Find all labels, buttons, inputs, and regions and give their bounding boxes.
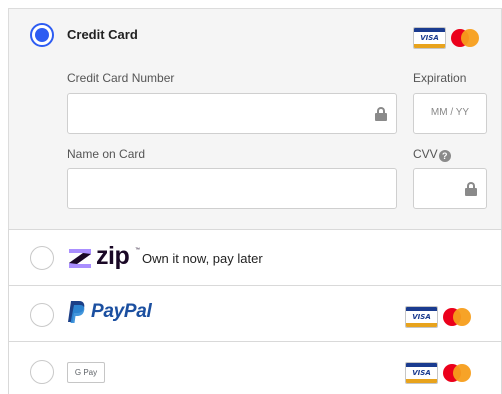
paypal-logo-text: PayPal: [91, 301, 152, 322]
lock-icon: [465, 182, 477, 196]
payment-method-list: Credit Card VISA Credit Card Number Expi…: [8, 8, 502, 394]
cvv-input[interactable]: [413, 168, 487, 209]
help-icon[interactable]: ?: [438, 150, 451, 162]
mastercard-icon: [449, 27, 481, 49]
expiration-input[interactable]: MM / YY: [413, 93, 487, 134]
zip-option[interactable]: zip ™ Own it now, pay later: [8, 229, 502, 286]
card-number-input[interactable]: [67, 93, 397, 134]
google-pay-option[interactable]: G Pay VISA: [8, 341, 502, 394]
visa-text: VISA: [412, 313, 431, 321]
expiration-placeholder: MM / YY: [430, 107, 470, 118]
name-on-card-input[interactable]: [67, 168, 397, 209]
name-on-card-label: Name on Card: [67, 147, 146, 161]
visa-icon: VISA: [413, 27, 446, 49]
visa-icon: VISA: [405, 362, 438, 384]
credit-card-radio[interactable]: [30, 23, 54, 47]
google-pay-logo: G Pay: [67, 362, 105, 383]
visa-text: VISA: [412, 369, 431, 377]
credit-card-label: Credit Card: [67, 27, 138, 42]
paypal-radio[interactable]: [30, 303, 54, 327]
mastercard-icon: [441, 306, 473, 328]
zip-tagline: Own it now, pay later: [142, 251, 263, 266]
cvv-label-text: CVV: [413, 147, 438, 161]
paypal-option[interactable]: PayPal VISA: [8, 285, 502, 342]
visa-icon: VISA: [405, 306, 438, 328]
expiration-label: Expiration: [413, 71, 467, 85]
google-pay-radio[interactable]: [30, 360, 54, 384]
credit-card-option[interactable]: Credit Card VISA Credit Card Number Expi…: [8, 8, 502, 230]
zip-logo-icon: [69, 249, 91, 268]
lock-icon: [375, 107, 387, 121]
visa-text: VISA: [420, 34, 439, 42]
paypal-logo-icon: [68, 301, 85, 323]
zip-radio[interactable]: [30, 246, 54, 270]
zip-logo-text: zip: [96, 242, 130, 270]
mastercard-icon: [441, 362, 473, 384]
zip-trademark: ™: [135, 247, 140, 253]
cvv-label: CVV?: [413, 147, 451, 162]
card-number-label: Credit Card Number: [67, 71, 175, 85]
